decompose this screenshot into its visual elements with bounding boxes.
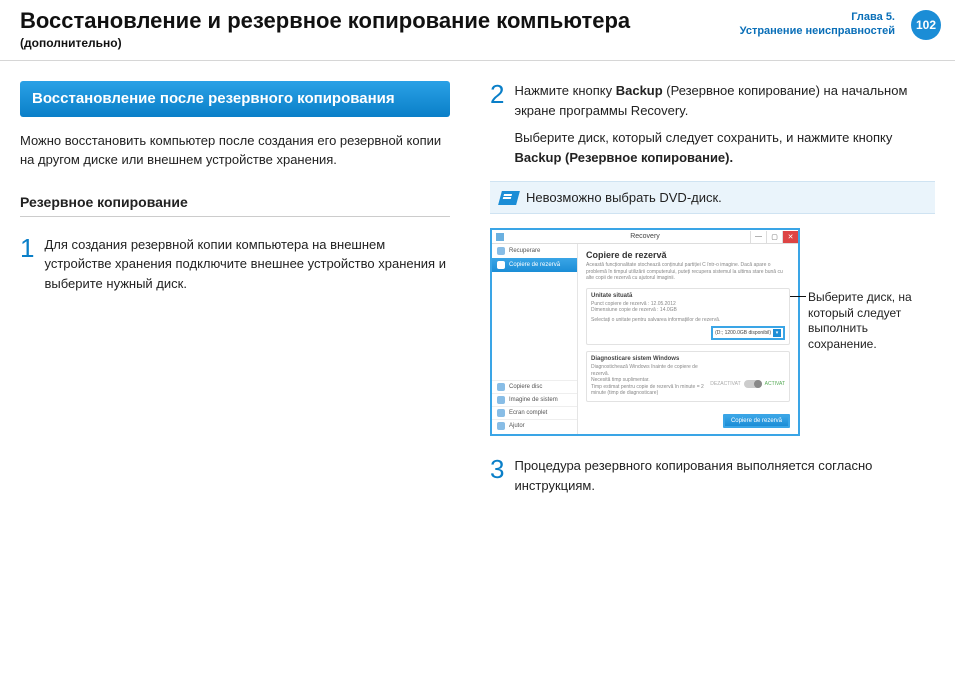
chevron-down-icon: ▾ (773, 329, 781, 337)
recovery-window: Recovery — ▢ ✕ Recuperare Copiere de rez… (490, 228, 800, 436)
main-pane: Copiere de rezervă Această funcționalita… (578, 244, 798, 434)
sidebar-label: Copiere de rezervă (509, 262, 560, 268)
sidebar-item-recover[interactable]: Recuperare (492, 244, 577, 258)
page-title: Восстановление и резервное копирование к… (20, 8, 670, 34)
sidebar-item-help[interactable]: Ajutor (492, 419, 577, 432)
minimize-button[interactable]: — (750, 231, 766, 243)
disk-icon (497, 383, 505, 391)
sidebar-item-sysimage[interactable]: Imagine de sistem (492, 393, 577, 406)
callout-connector (790, 296, 806, 297)
sidebar: Recuperare Copiere de rezervă Copiere di… (492, 244, 578, 434)
window-titlebar: Recovery — ▢ ✕ (492, 230, 798, 244)
backup-heading: Резервное копирование (20, 194, 450, 217)
window-title: Recovery (630, 233, 660, 240)
sidebar-label: Copiere disc (509, 384, 542, 390)
drive-instruction: Selectați o unitate pentru salvarea info… (591, 317, 785, 324)
main-title: Copiere de rezervă (586, 250, 790, 260)
recover-icon (497, 247, 505, 255)
step2-bold2: Backup (Резервное копирование). (514, 150, 733, 165)
maximize-button[interactable]: ▢ (766, 231, 782, 243)
toggle-switch (744, 380, 762, 388)
step-1-text: Для создания резервной копии компьютера … (44, 235, 450, 294)
image-icon (497, 396, 505, 404)
step-number: 2 (490, 81, 504, 107)
sidebar-label: Recuperare (509, 248, 540, 254)
window-body: Recuperare Copiere de rezervă Copiere di… (492, 244, 798, 434)
callout-text: Выберите диск, на который следует выполн… (808, 290, 918, 352)
chapter-line2: Устранение неисправностей (740, 24, 895, 38)
diagnostics-panel: Diagnosticare sistem Windows Diagnostich… (586, 351, 790, 402)
content-columns: Восстановление после резервного копирова… (0, 61, 955, 509)
section-blue-heading: Восстановление после резервного копирова… (20, 81, 450, 117)
diagnostics-toggle[interactable]: DEZACTIVAT ACTIVAT (710, 372, 785, 397)
note-icon (498, 191, 520, 205)
main-desc: Această funcționalitate stochează conțin… (586, 262, 790, 282)
chapter-label: Глава 5. Устранение неисправностей (740, 10, 895, 39)
screenshot-wrapper: Recovery — ▢ ✕ Recuperare Copiere de rez… (490, 228, 935, 436)
sidebar-item-fullscreen[interactable]: Ecran complet (492, 406, 577, 419)
fullscreen-icon (497, 409, 505, 417)
drive-value: (D:; 1200.0GB disponibil) (715, 330, 771, 336)
sidebar-item-backup[interactable]: Copiere de rezervă (492, 258, 577, 272)
sidebar-label: Ajutor (509, 423, 525, 429)
right-column: 2 Нажмите кнопку Backup (Резервное копир… (490, 81, 935, 509)
step2-line2-a: Выберите диск, который следует сохранить… (514, 130, 892, 145)
page-header: Восстановление и резервное копирование к… (0, 0, 955, 61)
sidebar-label: Imagine de sistem (509, 397, 558, 403)
step-3-text: Процедура резервного копирования выполня… (514, 456, 935, 495)
step2-bold1: Backup (616, 83, 663, 98)
step-2-text: Нажмите кнопку Backup (Резервное копиров… (514, 81, 935, 167)
diag-l3: Timp estimat pentru copie de rezervă în … (591, 384, 710, 397)
sidebar-item-copydisk[interactable]: Copiere disc (492, 380, 577, 393)
diag-l1: Diagnostichează Windows înainte de copie… (591, 364, 710, 377)
step2-text-a: Нажмите кнопку (514, 83, 615, 98)
drive-panel-heading: Unitate situată (591, 293, 785, 299)
backup-button[interactable]: Copiere de rezervă (723, 414, 790, 428)
left-column: Восстановление после резервного копирова… (20, 81, 450, 509)
window-controls: — ▢ ✕ (750, 231, 798, 243)
intro-paragraph: Можно восстановить компьютер после созда… (20, 131, 450, 170)
chapter-line1: Глава 5. (740, 10, 895, 24)
drive-dropdown[interactable]: (D:; 1200.0GB disponibil) ▾ (711, 326, 785, 340)
backup-size: Dimensiune copie de rezervă : 14.0GB (591, 307, 785, 314)
sidebar-label: Ecran complet (509, 410, 547, 416)
app-icon (496, 233, 504, 241)
diag-heading: Diagnosticare sistem Windows (591, 356, 785, 362)
toggle-on-label: ACTIVAT (765, 381, 785, 387)
page-number-badge: 102 (911, 10, 941, 40)
note-box: Невозможно выбрать DVD-диск. (490, 181, 935, 214)
help-icon (497, 422, 505, 430)
backup-icon (497, 261, 505, 269)
note-text: Невозможно выбрать DVD-диск. (526, 190, 722, 205)
step-3: 3 Процедура резервного копирования выпол… (490, 456, 935, 495)
step-number: 3 (490, 456, 504, 482)
drive-panel: Unitate situată Punct copiere de rezervă… (586, 288, 790, 346)
toggle-off-label: DEZACTIVAT (710, 381, 740, 387)
step-number: 1 (20, 235, 34, 261)
step-2: 2 Нажмите кнопку Backup (Резервное копир… (490, 81, 935, 167)
step-1: 1 Для создания резервной копии компьютер… (20, 235, 450, 294)
close-button[interactable]: ✕ (782, 231, 798, 243)
